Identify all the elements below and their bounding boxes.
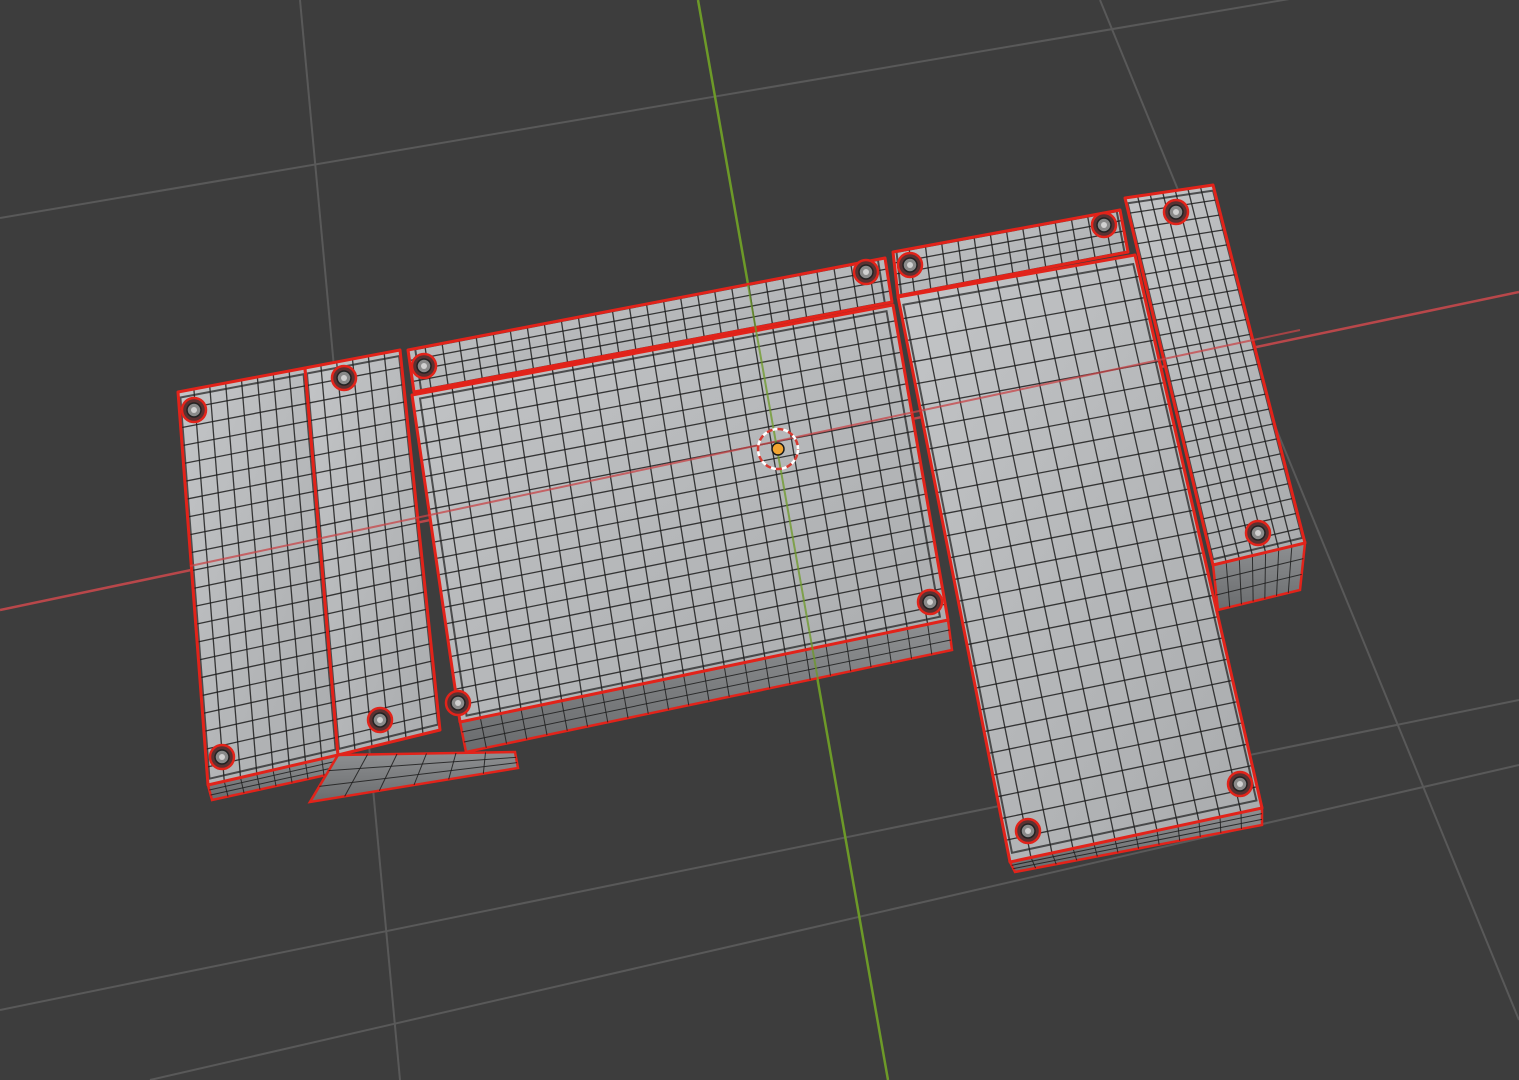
foot-disc-icon [366, 706, 394, 734]
viewport-canvas[interactable] [0, 0, 1519, 1080]
mesh-objects [176, 183, 1307, 874]
foot-disc-icon [410, 352, 438, 380]
3d-viewport[interactable] [0, 0, 1519, 1080]
foot-disc-icon [1244, 519, 1272, 547]
foot-disc-icon [180, 396, 208, 424]
foot-disc-icon [916, 588, 944, 616]
foot-disc-icon [1226, 770, 1254, 798]
foot-disc-icon [1162, 198, 1190, 226]
foot-disc-icon [852, 258, 880, 286]
foot-disc-icon [330, 364, 358, 392]
object-origin-icon [771, 442, 785, 456]
foot-disc-icon [444, 689, 472, 717]
foot-disc-icon [896, 251, 924, 279]
foot-disc-icon [1090, 211, 1118, 239]
foot-disc-icon [208, 743, 236, 771]
foot-disc-icon [1014, 817, 1042, 845]
